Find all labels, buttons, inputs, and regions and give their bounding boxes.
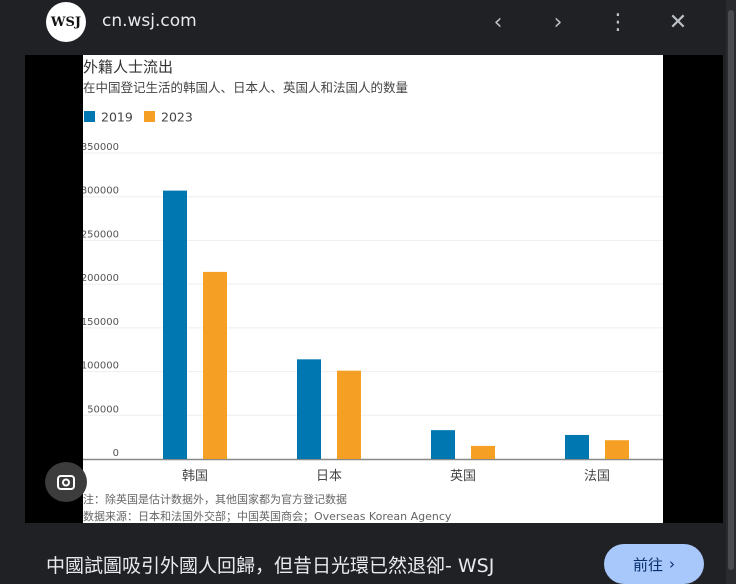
legend-label-2019: 2019	[101, 110, 133, 125]
y-tick-label: 250000	[83, 229, 119, 240]
y-tick-label: 150000	[83, 317, 119, 328]
close-icon[interactable]: ✕	[664, 8, 692, 36]
y-tick-label: 0	[113, 448, 119, 459]
chevron-right-icon: ›	[669, 555, 675, 573]
legend-swatch-2019	[84, 111, 95, 122]
chevron-right-icon[interactable]: ›	[544, 8, 572, 36]
top-bar: WSJ cn.wsj.com ‹ › ⋮ ✕	[0, 0, 736, 48]
x-category-label: 法国	[584, 469, 610, 484]
chart-source: 数据来源：日本和法国外交部；中国英国商会；Overseas Korean Age…	[83, 509, 452, 523]
bar-2023-2	[471, 445, 495, 459]
site-logo: WSJ	[46, 2, 86, 42]
chart: 外籍人士流出 在中国登记生活的韩国人、日本人、英国人和法国人的数量 2019 2…	[81, 55, 663, 523]
x-category-label: 日本	[316, 469, 342, 484]
chevron-left-icon[interactable]: ‹	[484, 8, 512, 36]
result-title[interactable]: 中國試圖吸引外國人回歸，但昔日光環已然退卻- WSJ	[46, 551, 494, 578]
site-domain[interactable]: cn.wsj.com	[102, 11, 197, 31]
chart-title: 外籍人士流出	[83, 58, 173, 76]
legend-swatch-2023	[144, 111, 155, 122]
y-tick-label: 50000	[87, 404, 119, 415]
y-tick-label: 200000	[83, 273, 119, 284]
chart-note: 注：除英国是估计数据外，其他国家都为官方登记数据	[83, 492, 347, 506]
y-tick-label: 350000	[83, 142, 119, 153]
chart-subtitle: 在中国登记生活的韩国人、日本人、英国人和法国人的数量	[83, 80, 408, 95]
bar-2019-1	[297, 359, 321, 459]
y-tick-label: 100000	[83, 361, 119, 372]
scrollbar[interactable]	[726, 0, 736, 584]
x-category-label: 英国	[450, 469, 476, 484]
camera-lens-icon	[57, 475, 75, 490]
bar-2019-0	[163, 190, 187, 459]
bar-2023-0	[203, 271, 227, 459]
bar-2023-1	[337, 370, 361, 459]
lens-search-button[interactable]	[45, 462, 87, 502]
bar-2023-3	[605, 440, 629, 459]
legend-label-2023: 2023	[161, 110, 193, 125]
y-tick-label: 300000	[83, 186, 119, 197]
visit-button[interactable]: 前往 ›	[604, 544, 704, 584]
scrollbar-thumb[interactable]	[728, 10, 734, 570]
chart-svg: 外籍人士流出 在中国登记生活的韩国人、日本人、英国人和法国人的数量 2019 2…	[81, 58, 663, 523]
x-category-label: 韩国	[182, 469, 208, 484]
more-vert-icon[interactable]: ⋮	[604, 8, 632, 36]
bar-2019-3	[565, 434, 589, 459]
bar-2019-2	[431, 430, 455, 459]
visit-label: 前往	[632, 555, 663, 574]
image-preview: 外籍人士流出 在中国登记生活的韩国人、日本人、英国人和法国人的数量 2019 2…	[25, 55, 723, 523]
